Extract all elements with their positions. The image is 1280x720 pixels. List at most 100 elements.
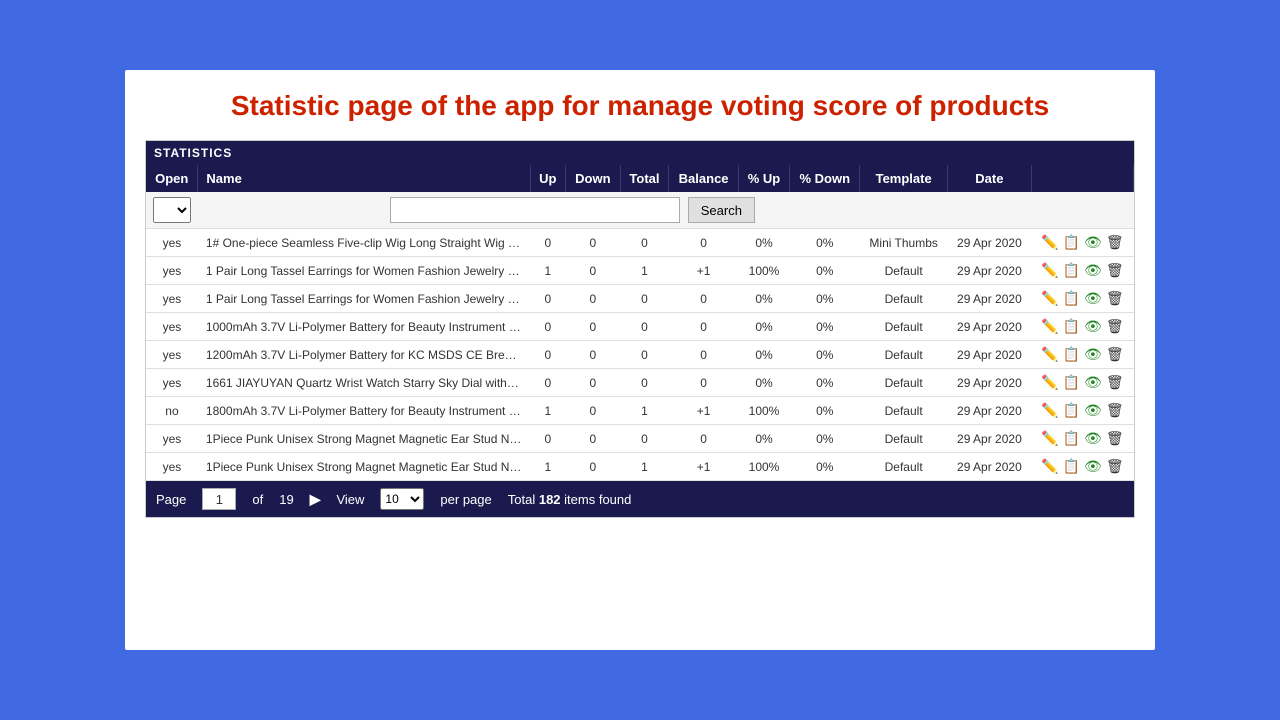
edit-icon[interactable]: ✏️ [1041, 290, 1058, 307]
cell-name: 1000mAh 3.7V Li-Polymer Battery for Beau… [198, 313, 530, 341]
cell-up: 0 [530, 285, 566, 313]
table-row: no1800mAh 3.7V Li-Polymer Battery for Be… [146, 397, 1134, 425]
cell-open: yes [146, 369, 198, 397]
copy-icon[interactable]: 📋 [1063, 346, 1080, 363]
cell-open: yes [146, 453, 198, 481]
edit-icon[interactable]: ✏️ [1041, 458, 1058, 475]
cell-up: 1 [530, 257, 566, 285]
edit-icon[interactable]: ✏️ [1041, 374, 1058, 391]
copy-icon[interactable]: 📋 [1063, 262, 1080, 279]
view-icon[interactable]: 👁 [1084, 402, 1102, 419]
cell-name: 1800mAh 3.7V Li-Polymer Battery for Beau… [198, 397, 530, 425]
cell-open: yes [146, 425, 198, 453]
cell-date: 29 Apr 2020 [947, 369, 1031, 397]
view-icon[interactable]: 👁 [1084, 290, 1102, 307]
cell-name: 1200mAh 3.7V Li-Polymer Battery for KC M… [198, 341, 530, 369]
of-label: of [252, 492, 263, 507]
edit-icon[interactable]: ✏️ [1041, 346, 1058, 363]
delete-icon[interactable]: 🗑 [1106, 318, 1124, 335]
per-page-select[interactable]: 10 20 50 [380, 488, 424, 510]
view-icon[interactable]: 👁 [1084, 262, 1102, 279]
view-icon[interactable]: 👁 [1084, 458, 1102, 475]
copy-icon[interactable]: 📋 [1063, 402, 1080, 419]
cell-date: 29 Apr 2020 [947, 313, 1031, 341]
view-icon[interactable]: 👁 [1084, 374, 1102, 391]
search-input[interactable] [390, 197, 680, 223]
per-page-label: per page [440, 492, 491, 507]
cell-balance: +1 [669, 453, 738, 481]
delete-icon[interactable]: 🗑 [1106, 262, 1124, 279]
cell-up: 0 [530, 229, 566, 257]
cell-actions: ✏️ 📋 👁 🗑 [1031, 257, 1133, 285]
cell-open: yes [146, 341, 198, 369]
edit-icon[interactable]: ✏️ [1041, 430, 1058, 447]
cell-pct-up: 0% [738, 425, 789, 453]
copy-icon[interactable]: 📋 [1063, 430, 1080, 447]
cell-pct-down: 0% [790, 257, 860, 285]
cell-name: 1Piece Punk Unisex Strong Magnet Magneti… [198, 453, 530, 481]
cell-name: 1 Pair Long Tassel Earrings for Women Fa… [198, 257, 530, 285]
table-row: yes1# One-piece Seamless Five-clip Wig L… [146, 229, 1134, 257]
delete-icon[interactable]: 🗑 [1106, 402, 1124, 419]
cell-down: 0 [566, 397, 620, 425]
cell-pct-down: 0% [790, 453, 860, 481]
view-icon[interactable]: 👁 [1084, 346, 1102, 363]
cell-down: 0 [566, 285, 620, 313]
cell-pct-up: 0% [738, 229, 789, 257]
cell-template: Default [860, 369, 948, 397]
table-row: yes1200mAh 3.7V Li-Polymer Battery for K… [146, 341, 1134, 369]
table-row: yes1 Pair Long Tassel Earrings for Women… [146, 285, 1134, 313]
page-input[interactable] [202, 488, 236, 510]
cell-template: Default [860, 313, 948, 341]
delete-icon[interactable]: 🗑 [1106, 234, 1124, 251]
cell-template: Default [860, 453, 948, 481]
cell-name: 1Piece Punk Unisex Strong Magnet Magneti… [198, 425, 530, 453]
cell-name: 1 Pair Long Tassel Earrings for Women Fa… [198, 285, 530, 313]
cell-total: 1 [620, 397, 669, 425]
cell-balance: 0 [669, 229, 738, 257]
edit-icon[interactable]: ✏️ [1041, 402, 1058, 419]
open-filter-select[interactable]: yes no [153, 197, 191, 223]
copy-icon[interactable]: 📋 [1063, 374, 1080, 391]
search-row: yes no Search [146, 192, 1134, 229]
cell-name: 1# One-piece Seamless Five-clip Wig Long… [198, 229, 530, 257]
delete-icon[interactable]: 🗑 [1106, 374, 1124, 391]
cell-open: no [146, 397, 198, 425]
view-icon[interactable]: 👁 [1084, 318, 1102, 335]
view-icon[interactable]: 👁 [1084, 234, 1102, 251]
cell-template: Default [860, 285, 948, 313]
delete-icon[interactable]: 🗑 [1106, 430, 1124, 447]
cell-open: yes [146, 313, 198, 341]
cell-balance: +1 [669, 257, 738, 285]
edit-icon[interactable]: ✏️ [1041, 262, 1058, 279]
col-actions [1031, 165, 1133, 192]
cell-up: 1 [530, 397, 566, 425]
copy-icon[interactable]: 📋 [1063, 318, 1080, 335]
cell-pct-up: 0% [738, 285, 789, 313]
total-info: Total 182 items found [508, 492, 632, 507]
copy-icon[interactable]: 📋 [1063, 458, 1080, 475]
search-button[interactable]: Search [688, 197, 755, 223]
next-page-button[interactable]: ▶ [310, 491, 321, 508]
cell-up: 0 [530, 369, 566, 397]
cell-balance: 0 [669, 425, 738, 453]
cell-pct-down: 0% [790, 369, 860, 397]
view-icon[interactable]: 👁 [1084, 430, 1102, 447]
edit-icon[interactable]: ✏️ [1041, 318, 1058, 335]
view-label: View [336, 492, 364, 507]
table-row: yes1 Pair Long Tassel Earrings for Women… [146, 257, 1134, 285]
col-pct-up: % Up [738, 165, 789, 192]
delete-icon[interactable]: 🗑 [1106, 458, 1124, 475]
delete-icon[interactable]: 🗑 [1106, 346, 1124, 363]
copy-icon[interactable]: 📋 [1063, 290, 1080, 307]
edit-icon[interactable]: ✏️ [1041, 234, 1058, 251]
cell-template: Default [860, 341, 948, 369]
cell-balance: 0 [669, 313, 738, 341]
col-up: Up [530, 165, 566, 192]
items-label: items found [564, 492, 631, 507]
cell-template: Default [860, 425, 948, 453]
cell-open: yes [146, 285, 198, 313]
delete-icon[interactable]: 🗑 [1106, 290, 1124, 307]
copy-icon[interactable]: 📋 [1063, 234, 1080, 251]
cell-pct-down: 0% [790, 285, 860, 313]
